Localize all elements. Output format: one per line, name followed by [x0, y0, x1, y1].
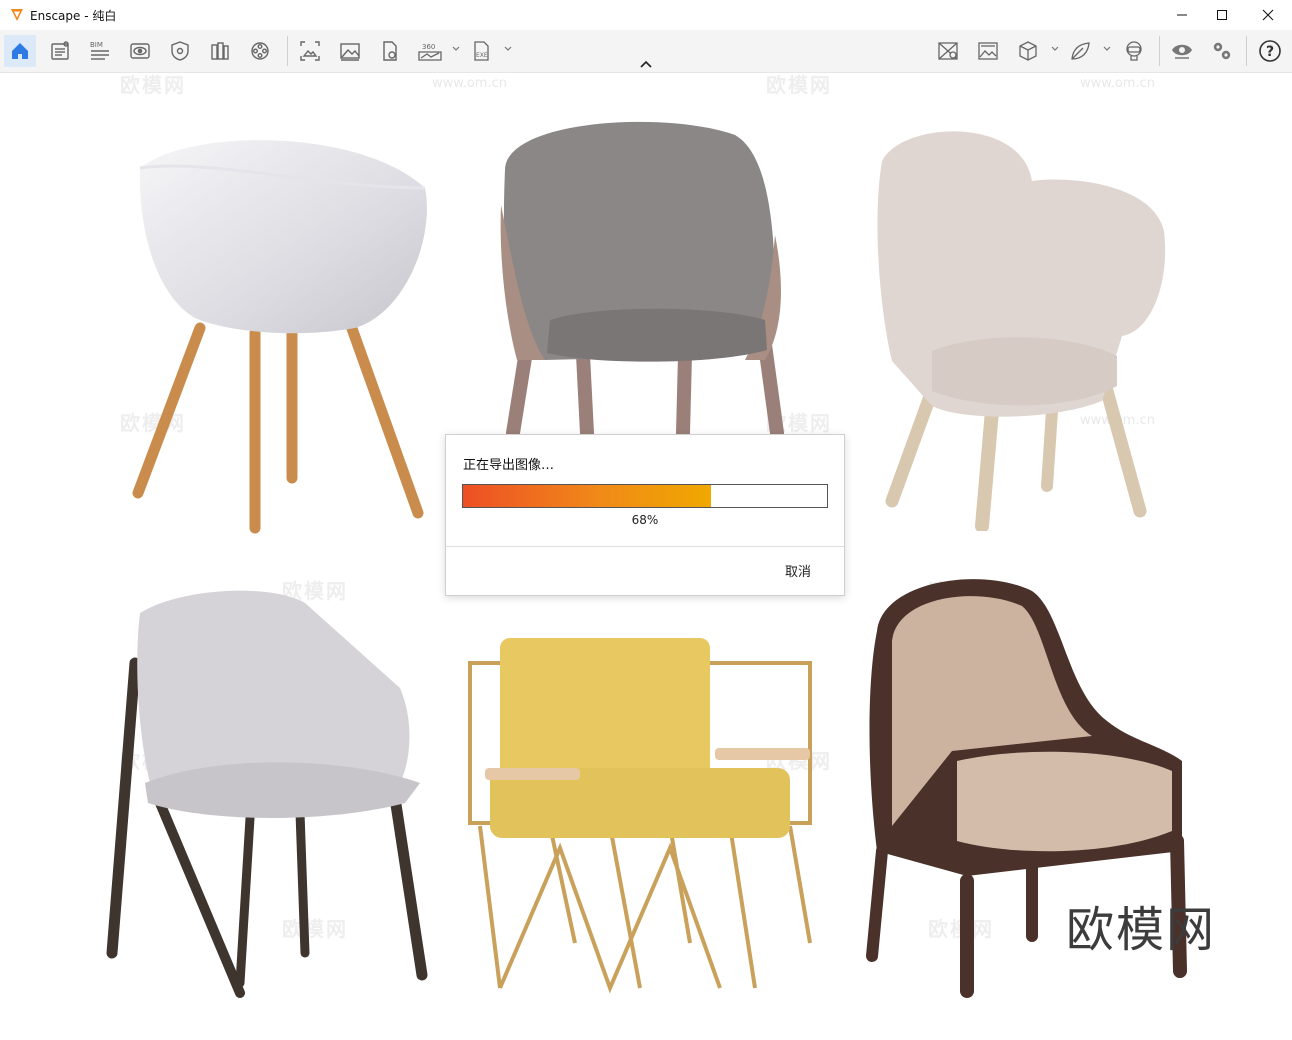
- watermark-url: www.om.cn: [432, 76, 507, 91]
- screenshot-button[interactable]: [334, 35, 366, 67]
- gray-fabric-chair: [106, 590, 428, 998]
- title-bar: Enscape - 纯白: [0, 0, 1292, 30]
- toolbar-separator: [287, 36, 288, 66]
- svg-text:?: ?: [1266, 44, 1274, 60]
- close-icon: [1262, 9, 1274, 21]
- close-button[interactable]: [1245, 0, 1291, 30]
- maximize-button[interactable]: [1199, 0, 1245, 30]
- home-icon: [12, 43, 28, 59]
- minimize-icon: [1177, 14, 1187, 16]
- visibility-icon: [1172, 44, 1192, 59]
- capture-frame-icon: [300, 41, 320, 61]
- batch-render-button[interactable]: [374, 35, 406, 67]
- watermark: 欧模网: [120, 73, 186, 97]
- document-icon: [51, 41, 69, 60]
- gray-leather-chair: [500, 121, 784, 440]
- chevron-down-icon[interactable]: [1102, 44, 1112, 54]
- toolbar-separator: [1246, 36, 1247, 66]
- beige-fabric-armchair: [877, 131, 1166, 531]
- library-button[interactable]: [204, 35, 236, 67]
- shield-button[interactable]: [164, 35, 196, 67]
- capture-button[interactable]: [294, 35, 326, 67]
- export-progress-dialog: 正在导出图像… 68% 取消: [445, 434, 845, 596]
- help-icon: ?: [1259, 40, 1281, 62]
- view-button[interactable]: [124, 35, 156, 67]
- watermark-url: www.om.cn: [1080, 76, 1155, 91]
- settings-gears-icon: [1213, 42, 1231, 60]
- visibility-button[interactable]: [1166, 35, 1198, 67]
- collapse-chevron-up-icon[interactable]: [638, 59, 654, 69]
- dialog-title: 正在导出图像…: [463, 458, 555, 473]
- progress-percent: 68%: [631, 513, 659, 527]
- toolbar-separator: [1159, 36, 1160, 66]
- white-shell-chair: [132, 140, 427, 534]
- main-toolbar: BIM 360 EXE ?: [0, 30, 1292, 73]
- progress-bar: [462, 484, 828, 508]
- exe-file-icon: EXE: [474, 41, 489, 61]
- cancel-button[interactable]: 取消: [785, 561, 811, 580]
- panorama-360-icon: 360: [418, 43, 442, 61]
- settings-button[interactable]: [1206, 35, 1238, 67]
- file-refresh-icon: [383, 41, 397, 61]
- film-reel-icon: [251, 42, 269, 60]
- image-settings-icon: [978, 42, 998, 60]
- video-button[interactable]: [244, 35, 276, 67]
- image-settings-button[interactable]: [972, 35, 1004, 67]
- cube-button[interactable]: [1012, 35, 1044, 67]
- leaf-icon: [1071, 42, 1090, 60]
- help-button[interactable]: ?: [1254, 35, 1286, 67]
- books-icon: [211, 42, 229, 60]
- export-exe-button[interactable]: EXE: [466, 35, 498, 67]
- home-button[interactable]: [4, 35, 36, 67]
- asset-library-button[interactable]: [1064, 35, 1096, 67]
- chevron-down-icon[interactable]: [1050, 44, 1060, 54]
- maximize-icon: [1217, 10, 1227, 20]
- window-title: Enscape - 纯白: [30, 9, 117, 23]
- image-compare-button[interactable]: [932, 35, 964, 67]
- enscape-logo-icon: [11, 9, 23, 21]
- document-button[interactable]: [44, 35, 76, 67]
- bim-icon: BIM: [90, 41, 109, 60]
- yellow-gold-armchair: [468, 638, 812, 994]
- watermark: 欧模网: [766, 73, 832, 97]
- exe-label: EXE: [476, 52, 488, 59]
- bim-button[interactable]: BIM: [84, 35, 116, 67]
- corner-brand-watermark: 欧模网: [1065, 902, 1216, 958]
- bim-label: BIM: [90, 41, 103, 49]
- shield-icon: [171, 41, 189, 61]
- progress-fill: [463, 485, 711, 507]
- vr-headset-icon: [1126, 41, 1142, 61]
- chevron-down-icon[interactable]: [451, 44, 461, 54]
- eye-view-icon: [130, 43, 150, 59]
- chevron-down-icon[interactable]: [503, 44, 513, 54]
- vr-button[interactable]: [1118, 35, 1150, 67]
- image-icon: [340, 43, 360, 61]
- dialog-divider: [446, 546, 844, 547]
- cube-icon: [1019, 41, 1037, 61]
- panorama-button[interactable]: 360: [414, 35, 446, 67]
- image-compare-icon: [938, 42, 958, 60]
- pano-label: 360: [422, 43, 435, 51]
